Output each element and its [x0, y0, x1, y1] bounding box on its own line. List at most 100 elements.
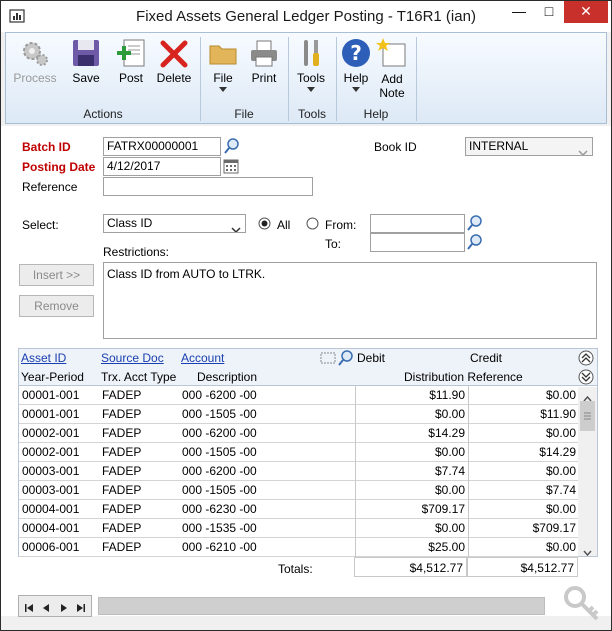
trx-acct-type-cell[interactable]: FADEP [102, 500, 182, 519]
book-id-dropdown[interactable]: INTERNAL [465, 137, 593, 156]
account-lookup-icon[interactable] [337, 349, 355, 370]
credit-cell[interactable]: $0.00 [468, 500, 579, 519]
trx-acct-type-cell[interactable]: FADEP [102, 386, 182, 405]
credit-cell[interactable]: $0.00 [468, 386, 579, 405]
account-cell[interactable]: 000 -1505 -00 [182, 443, 354, 462]
table-row[interactable]: 00003-001 FADEP 000 -1505 -00 $0.00 $7.74 [19, 481, 578, 500]
asset-id-cell[interactable]: 00001-001 [22, 405, 100, 424]
account-cell[interactable]: 000 -6200 -00 [182, 386, 354, 405]
batch-id-field[interactable]: FATRX00000001 [103, 137, 221, 156]
post-button[interactable]: Post [111, 37, 151, 85]
asset-id-cell[interactable]: 00004-001 [22, 500, 100, 519]
scroll-down-icon[interactable] [583, 545, 592, 559]
asset-id-header[interactable]: Asset ID [18, 349, 66, 368]
to-field[interactable] [370, 233, 465, 252]
debit-cell[interactable]: $709.17 [355, 500, 468, 519]
credit-cell[interactable]: $7.74 [468, 481, 579, 500]
trx-acct-type-cell[interactable]: FADEP [102, 424, 182, 443]
from-field[interactable] [370, 214, 465, 233]
last-record-icon[interactable] [76, 602, 86, 616]
table-row[interactable]: 00003-001 FADEP 000 -6200 -00 $7.74 $0.00 [19, 462, 578, 481]
add-note-label-line2: Note [379, 86, 405, 100]
trx-acct-type-cell[interactable]: FADEP [102, 538, 182, 557]
trx-acct-type-cell[interactable]: FADEP [102, 443, 182, 462]
total-debit: $4,512.77 [354, 557, 467, 577]
asset-id-cell[interactable]: 00002-001 [22, 443, 100, 462]
to-lookup-icon[interactable] [466, 233, 484, 251]
asset-id-cell[interactable]: 00006-001 [22, 538, 100, 557]
debit-cell[interactable]: $14.29 [355, 424, 468, 443]
table-row[interactable]: 00004-001 FADEP 000 -6230 -00 $709.17 $0.00 [19, 500, 578, 519]
account-cell[interactable]: 000 -1505 -00 [182, 481, 354, 500]
batch-lookup-icon[interactable] [223, 137, 241, 155]
debit-cell[interactable]: $11.90 [355, 386, 468, 405]
debit-cell[interactable]: $7.74 [355, 462, 468, 481]
expand-columns-icon[interactable] [320, 350, 336, 369]
asset-id-cell[interactable]: 00003-001 [22, 462, 100, 481]
account-cell[interactable]: 000 -1535 -00 [182, 519, 354, 538]
asset-id-cell[interactable]: 00002-001 [22, 424, 100, 443]
asset-id-cell[interactable]: 00003-001 [22, 481, 100, 500]
save-button[interactable]: Save [66, 37, 106, 85]
debit-cell[interactable]: $0.00 [355, 519, 468, 538]
debit-cell[interactable]: $0.00 [355, 405, 468, 424]
remove-button[interactable]: Remove [19, 295, 94, 317]
insert-button[interactable]: Insert >> [19, 264, 94, 286]
add-note-button[interactable]: Add Note [372, 37, 412, 100]
file-menu-button[interactable]: File [205, 37, 241, 92]
table-row[interactable]: 00004-001 FADEP 000 -1535 -00 $0.00 $709.17 [19, 519, 578, 538]
next-record-icon[interactable] [59, 602, 69, 616]
account-cell[interactable]: 000 -6210 -00 [182, 538, 354, 557]
account-cell[interactable]: 000 -6200 -00 [182, 462, 354, 481]
credit-cell[interactable]: $0.00 [468, 462, 579, 481]
credit-cell[interactable]: $11.90 [468, 405, 579, 424]
delete-button[interactable]: Delete [154, 37, 194, 85]
trx-acct-type-cell[interactable]: FADEP [102, 519, 182, 538]
from-lookup-icon[interactable] [466, 214, 484, 232]
account-header[interactable]: Account [178, 349, 224, 368]
table-row[interactable]: 00001-001 FADEP 000 -1505 -00 $0.00 $11.90 [19, 405, 578, 424]
source-doc-header[interactable]: Source Doc [98, 349, 164, 368]
posting-date-field[interactable]: 4/12/2017 [103, 157, 221, 176]
table-row[interactable]: 00001-001 FADEP 000 -6200 -00 $11.90 $0.00 [19, 386, 578, 405]
collapse-rows-icon[interactable] [578, 350, 594, 369]
asset-id-cell[interactable]: 00001-001 [22, 386, 100, 405]
select-dropdown[interactable]: Class ID [103, 214, 246, 233]
minimize-button[interactable]: — [504, 1, 534, 23]
print-button[interactable]: Print [244, 37, 284, 85]
reference-field[interactable] [103, 177, 313, 196]
tools-group-label: Tools [297, 107, 326, 121]
restrictions-list[interactable]: Class ID from AUTO to LTRK. [103, 262, 597, 339]
credit-cell[interactable]: $14.29 [468, 443, 579, 462]
debit-cell[interactable]: $0.00 [355, 443, 468, 462]
scroll-thumb[interactable] [580, 401, 595, 431]
restriction-item[interactable]: Class ID from AUTO to LTRK. [107, 265, 596, 283]
trx-acct-type-cell[interactable]: FADEP [102, 405, 182, 424]
account-cell[interactable]: 000 -6230 -00 [182, 500, 354, 519]
calendar-icon[interactable] [223, 158, 241, 176]
trx-acct-type-cell[interactable]: FADEP [102, 481, 182, 500]
asset-id-cell[interactable]: 00004-001 [22, 519, 100, 538]
first-record-icon[interactable] [24, 602, 34, 616]
grid-scrollbar[interactable] [578, 387, 597, 559]
column-divider [468, 443, 469, 462]
close-button[interactable]: ✕ [564, 1, 608, 23]
from-radio[interactable] [306, 217, 319, 233]
table-row[interactable]: 00002-001 FADEP 000 -6200 -00 $14.29 $0.00 [19, 424, 578, 443]
trx-acct-type-cell[interactable]: FADEP [102, 462, 182, 481]
tools-menu-button[interactable]: Tools [290, 37, 332, 92]
account-cell[interactable]: 000 -6200 -00 [182, 424, 354, 443]
table-row[interactable]: 00006-001 FADEP 000 -6210 -00 $25.00 $0.00 [19, 538, 578, 557]
debit-cell[interactable]: $25.00 [355, 538, 468, 557]
help-menu-button[interactable]: ? Help [338, 37, 374, 92]
credit-cell[interactable]: $0.00 [468, 424, 579, 443]
table-row[interactable]: 00002-001 FADEP 000 -1505 -00 $0.00 $14.29 [19, 443, 578, 462]
debit-cell[interactable]: $0.00 [355, 481, 468, 500]
process-button[interactable]: Process [12, 37, 58, 85]
account-cell[interactable]: 000 -1505 -00 [182, 405, 354, 424]
credit-cell[interactable]: $0.00 [468, 538, 579, 557]
all-radio[interactable] [258, 217, 271, 233]
previous-record-icon[interactable] [41, 602, 51, 616]
maximize-button[interactable]: □ [534, 1, 564, 23]
credit-cell[interactable]: $709.17 [468, 519, 579, 538]
